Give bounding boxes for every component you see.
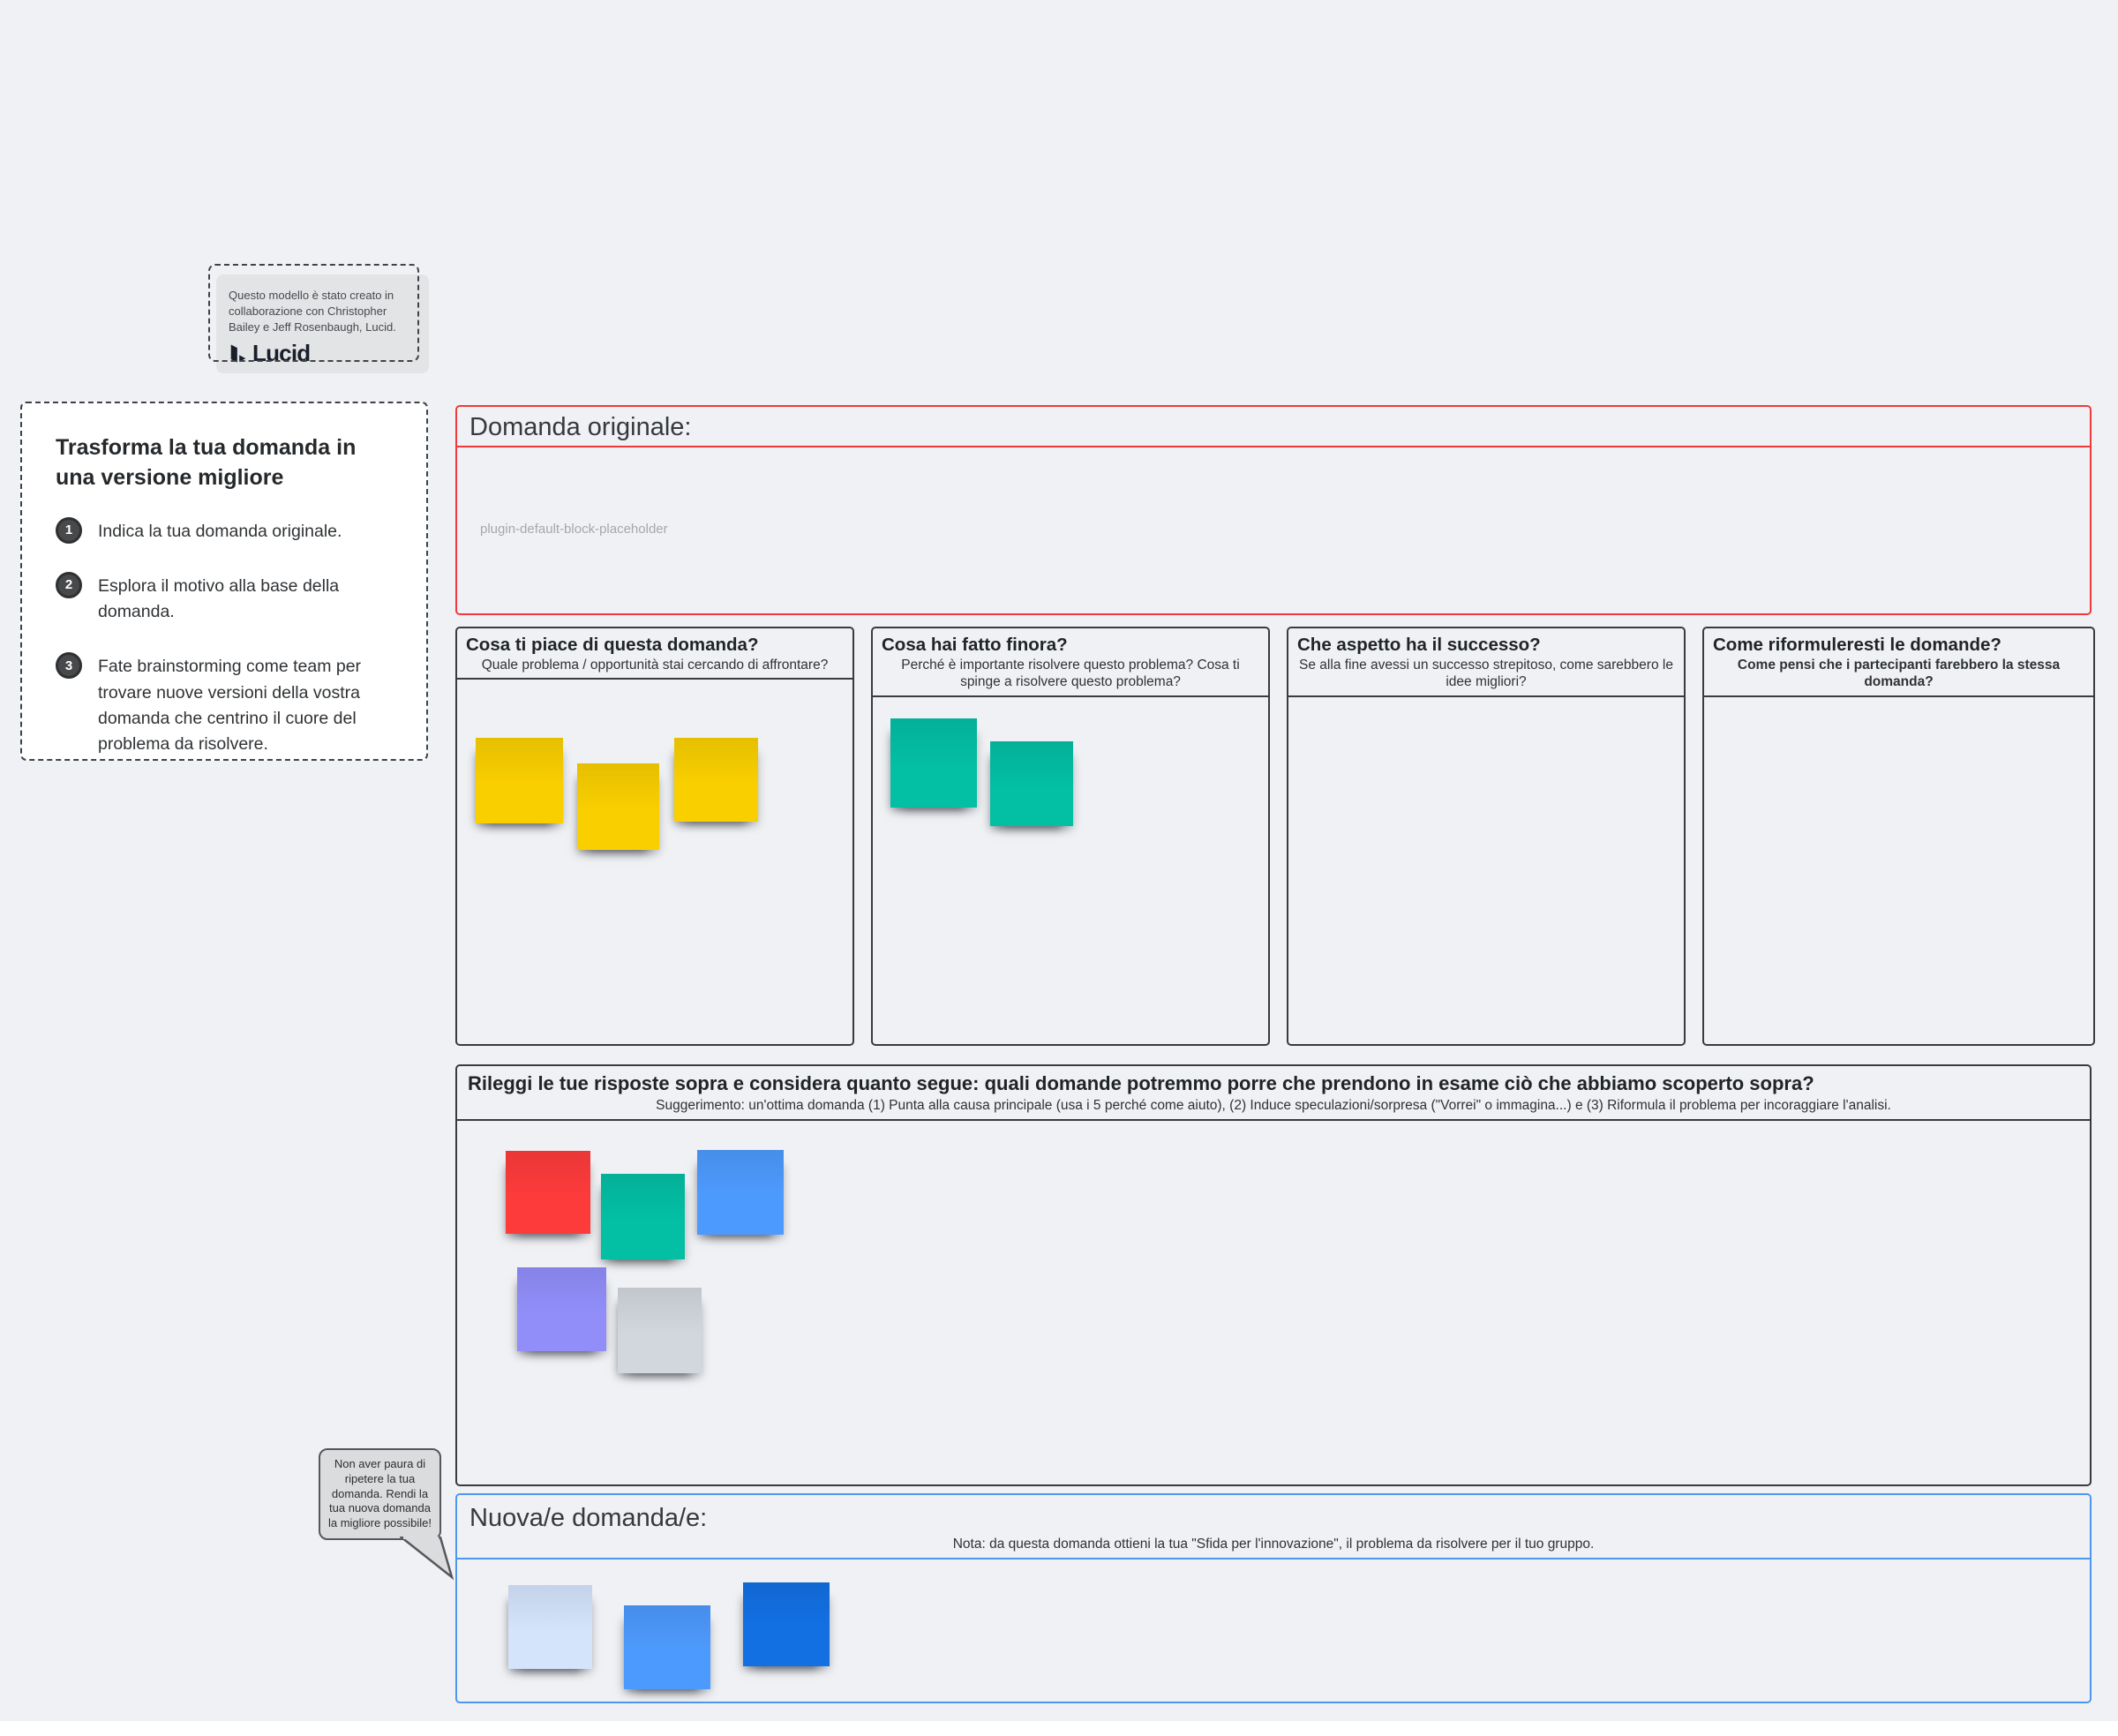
new-question-header: Nuova/e domanda/e: Nota: da questa doman… [457, 1495, 2090, 1559]
step-3-text: Fate brainstorming come team per trovare… [98, 657, 362, 754]
lucid-logo: Lucid [228, 340, 429, 367]
lucid-logo-icon [230, 344, 246, 363]
column-2-subtitle: Perché è importante risolvere questo pro… [901, 658, 1240, 690]
whiteboard-canvas: { "attribution": { "text": "Questo model… [0, 0, 2118, 1736]
sticky-note[interactable] [601, 1174, 685, 1259]
plugin-placeholder-text[interactable]: plugin-default-block-placeholder [480, 522, 668, 537]
column-1-subtitle: Quale problema / opportunità stai cercan… [481, 658, 829, 673]
sticky-note[interactable] [508, 1585, 592, 1669]
sticky-note[interactable] [476, 738, 563, 823]
review-title: Rileggi le tue risposte sopra e consider… [468, 1072, 1814, 1094]
step-3-badge: 3 [56, 652, 82, 680]
sticky-note[interactable] [506, 1151, 590, 1234]
review-header: Rileggi le tue risposte sopra e consider… [457, 1066, 2090, 1121]
original-question-header: Domanda originale: [457, 407, 2090, 447]
sticky-note[interactable] [890, 718, 977, 808]
review-box[interactable]: Rileggi le tue risposte sopra e consider… [455, 1064, 2092, 1486]
sticky-note[interactable] [517, 1267, 606, 1351]
instructions-title: Trasforma la tua domanda in una versione… [56, 435, 357, 490]
attribution-text: Questo modello è stato creato in collabo… [229, 289, 396, 334]
sticky-note[interactable] [990, 741, 1073, 826]
column-3-title: Che aspetto ha il successo? [1297, 635, 1541, 655]
column-1-title: Cosa ti piace di questa domanda? [466, 635, 759, 655]
speech-bubble[interactable]: Non aver paura di ripetere la tua domand… [319, 1448, 441, 1540]
column-3-subtitle: Se alla fine avessi un successo strepito… [1299, 658, 1673, 690]
sticky-note[interactable] [577, 763, 659, 850]
step-1-badge: 1 [56, 516, 82, 544]
column-4-subtitle: Come pensi che i partecipanti farebbero … [1737, 658, 2061, 690]
instructions-box[interactable]: Trasforma la tua domanda in una versione… [20, 402, 428, 761]
column-4-header: Come riformuleresti le domande? Come pen… [1704, 628, 2093, 697]
lucid-logo-text: Lucid [252, 339, 311, 366]
sticky-note[interactable] [743, 1582, 830, 1666]
new-question-note: Nota: da questa domanda ottieni la tua "… [952, 1536, 1595, 1552]
column-4-title: Come riformuleresti le domande? [1713, 635, 2002, 655]
instruction-step-2: 2 Esplora il motivo alla base della doma… [56, 571, 393, 626]
instruction-step-1: 1 Indica la tua domanda originale. [56, 516, 393, 545]
column-1-header: Cosa ti piace di questa domanda? Quale p… [457, 628, 852, 680]
column-2-header: Cosa hai fatto finora? Perché è importan… [873, 628, 1268, 697]
canvas-bottom-edge [0, 1721, 2118, 1736]
column-che-aspetto[interactable]: Che aspetto ha il successo? Se alla fine… [1287, 627, 1686, 1046]
speech-bubble-text: Non aver paura di ripetere la tua domand… [327, 1456, 432, 1530]
sticky-note[interactable] [674, 738, 758, 822]
sticky-note[interactable] [697, 1150, 784, 1235]
sticky-note[interactable] [624, 1605, 710, 1689]
column-2-title: Cosa hai fatto finora? [882, 635, 1068, 655]
attribution-card[interactable]: Questo modello è stato creato in collabo… [216, 274, 429, 373]
original-question-box[interactable]: Domanda originale: plugin-default-block-… [455, 405, 2092, 615]
column-come-riformuleresti[interactable]: Come riformuleresti le domande? Come pen… [1702, 627, 2095, 1046]
column-cosa-hai-fatto[interactable]: Cosa hai fatto finora? Perché è importan… [871, 627, 1270, 1046]
original-question-title: Domanda originale: [469, 413, 692, 441]
new-question-title: Nuova/e domanda/e: [469, 1504, 708, 1532]
speech-bubble-tail [400, 1537, 454, 1581]
instruction-step-3: 3 Fate brainstorming come team per trova… [56, 651, 393, 757]
sticky-note[interactable] [618, 1288, 702, 1373]
step-2-badge: 2 [56, 571, 82, 598]
review-subtitle: Suggerimento: un'ottima domanda (1) Punt… [656, 1098, 1891, 1113]
column-3-header: Che aspetto ha il successo? Se alla fine… [1288, 628, 1684, 697]
step-1-text: Indica la tua domanda originale. [98, 521, 342, 541]
step-2-text: Esplora il motivo alla base della domand… [98, 575, 340, 621]
